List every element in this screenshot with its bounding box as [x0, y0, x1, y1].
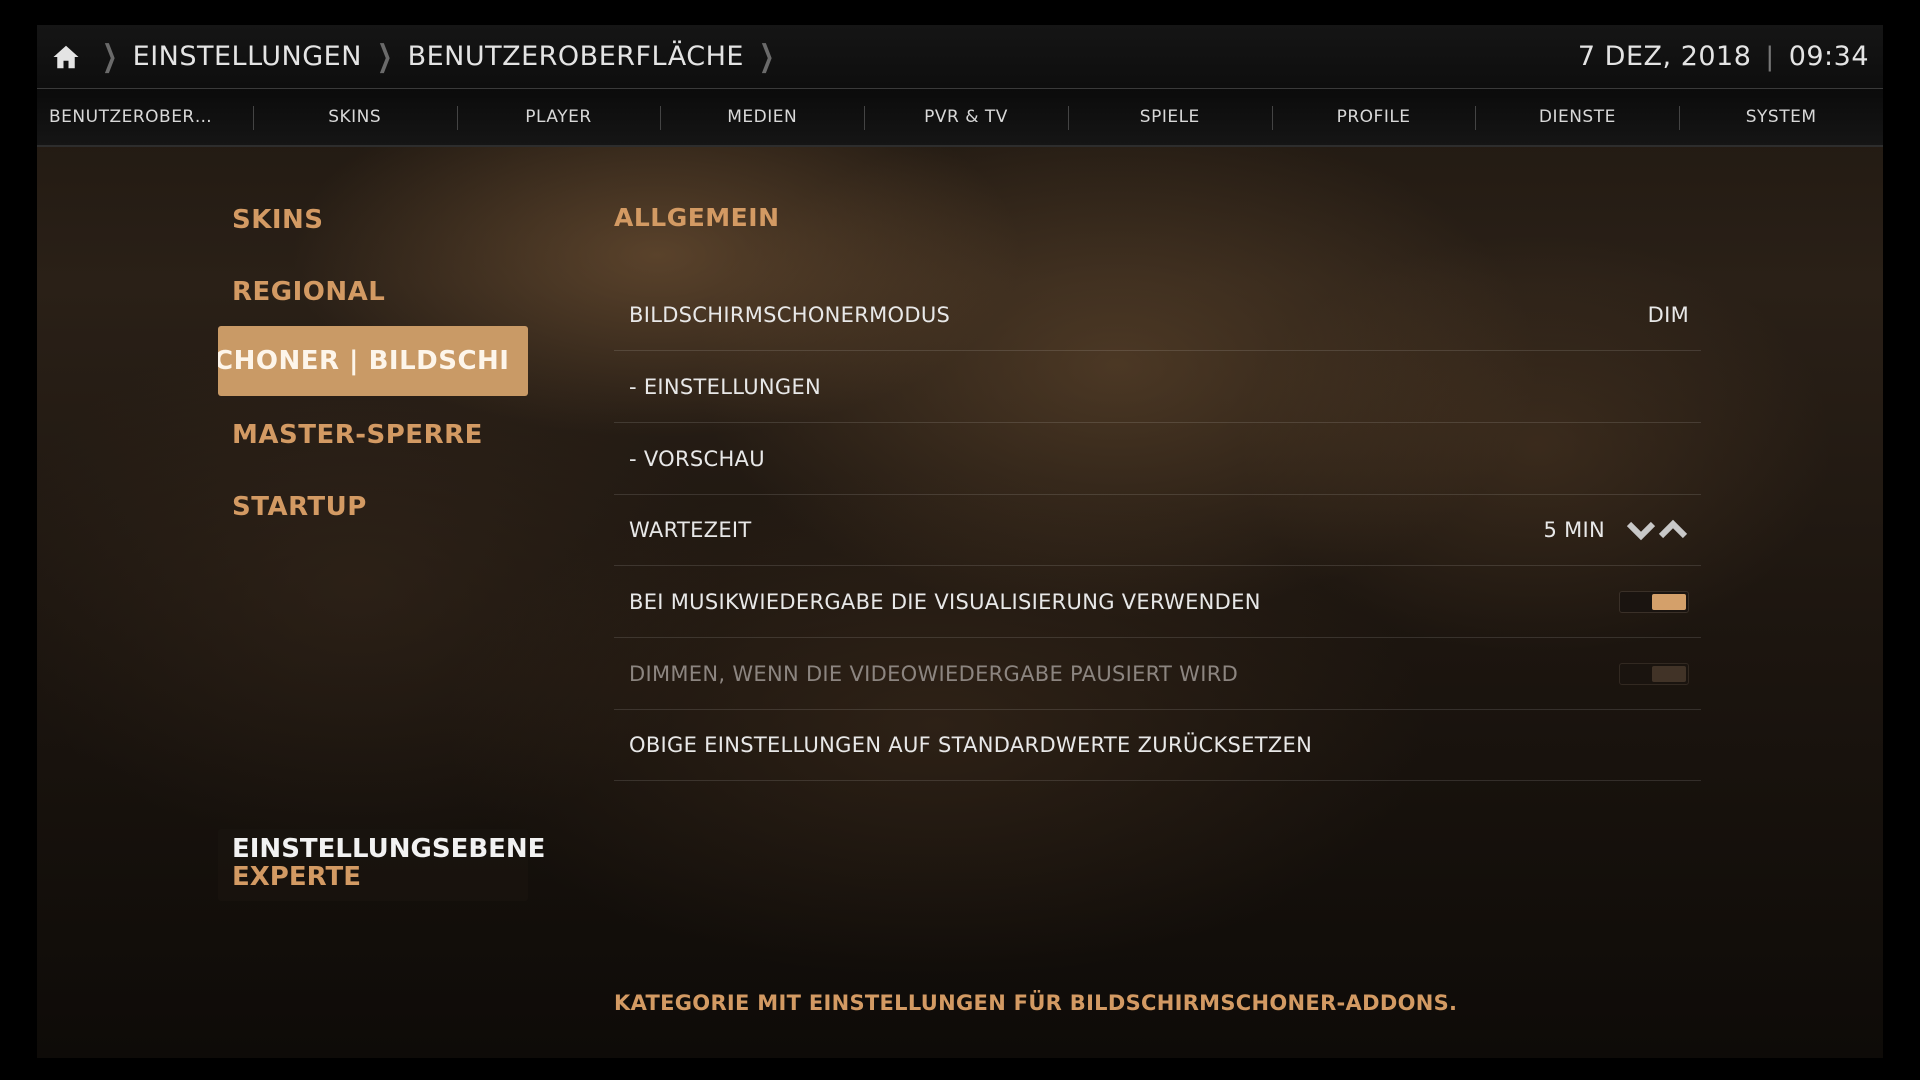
visualisation-toggle[interactable] — [1619, 591, 1689, 613]
tab-media[interactable]: MEDIEN — [660, 89, 864, 145]
setting-label: WARTEZEIT — [629, 518, 752, 542]
category-label: CHONER | BILDSCHI — [218, 346, 510, 376]
category-regional[interactable]: REGIONAL — [218, 257, 528, 327]
tab-profiles[interactable]: PROFILE — [1271, 89, 1476, 145]
setting-label: - VORSCHAU — [629, 447, 765, 471]
setting-value: DIM — [1647, 303, 1689, 327]
dim-on-pause-toggle — [1619, 663, 1689, 685]
toggle-knob — [1652, 666, 1686, 682]
chevron-down-icon[interactable] — [1625, 518, 1657, 542]
tab-skins[interactable]: SKINS — [252, 89, 457, 145]
category-master-lock[interactable]: MASTER-SPERRE — [218, 400, 528, 470]
category-label: SKINS — [232, 205, 324, 235]
setting-label: BILDSCHIRMSCHONERMODUS — [629, 303, 951, 327]
setting-label: DIMMEN, WENN DIE VIDEOWIEDERGABE PAUSIER… — [629, 662, 1239, 686]
app-window: ❯ EINSTELLUNGEN ❯ BENUTZEROBERFLÄCHE ❯ 7… — [37, 25, 1883, 1058]
tab-player[interactable]: PLAYER — [456, 89, 661, 145]
breadcrumb-item-interface: BENUTZEROBERFLÄCHE — [407, 41, 744, 72]
date-label: 7 DEZ, 2018 — [1577, 41, 1752, 72]
tab-pvr-tv[interactable]: PVR & TV — [864, 89, 1068, 145]
settings-level-button[interactable]: EINSTELLUNGSEBENE EXPERTE — [218, 829, 546, 901]
setting-screensaver-preview[interactable]: - VORSCHAU — [614, 424, 1701, 495]
time-label: 09:34 — [1788, 41, 1869, 72]
toggle-knob — [1652, 594, 1686, 610]
setting-screensaver-mode[interactable]: BILDSCHIRMSCHONERMODUS DIM — [614, 280, 1701, 351]
chevron-up-icon[interactable] — [1657, 518, 1689, 542]
settings-tab-bar: BENUTZEROBER… SKINS PLAYER MEDIEN PVR & … — [37, 89, 1883, 147]
header-bar: ❯ EINSTELLUNGEN ❯ BENUTZEROBERFLÄCHE ❯ 7… — [37, 25, 1883, 89]
category-label: MASTER-SPERRE — [232, 420, 483, 450]
breadcrumb-separator-icon: ❯ — [759, 39, 775, 74]
date-time-divider: | — [1765, 41, 1775, 72]
tab-interface[interactable]: BENUTZEROBER… — [37, 89, 253, 145]
section-title: ALLGEMEIN — [614, 203, 780, 232]
setting-use-visualisation[interactable]: BEI MUSIKWIEDERGABE DIE VISUALISIERUNG V… — [614, 567, 1701, 638]
settings-level-label: EINSTELLUNGSEBENE — [232, 834, 546, 864]
home-icon[interactable] — [51, 42, 81, 72]
tab-games[interactable]: SPIELE — [1067, 89, 1272, 145]
setting-dim-on-pause: DIMMEN, WENN DIE VIDEOWIEDERGABE PAUSIER… — [614, 639, 1701, 710]
breadcrumb-separator-icon: ❯ — [377, 39, 393, 74]
breadcrumb-separator-icon: ❯ — [102, 39, 118, 74]
category-label: STARTUP — [232, 492, 367, 522]
category-screensaver[interactable]: CHONER | BILDSCHI — [218, 326, 528, 396]
date-time: 7 DEZ, 2018 | 09:34 — [1578, 25, 1869, 88]
tab-services[interactable]: DIENSTE — [1475, 89, 1679, 145]
settings-level-value: EXPERTE — [232, 862, 361, 892]
category-label: REGIONAL — [232, 277, 386, 307]
wait-time-spinner: 5 MIN — [1543, 518, 1689, 542]
tab-system[interactable]: SYSTEM — [1679, 89, 1883, 145]
setting-wait-time[interactable]: WARTEZEIT 5 MIN — [614, 495, 1701, 566]
setting-value: 5 MIN — [1543, 518, 1605, 542]
setting-label: BEI MUSIKWIEDERGABE DIE VISUALISIERUNG V… — [629, 590, 1261, 614]
category-skins[interactable]: SKINS — [218, 185, 528, 255]
breadcrumb: ❯ EINSTELLUNGEN ❯ BENUTZEROBERFLÄCHE ❯ — [51, 25, 790, 88]
setting-screensaver-settings[interactable]: - EINSTELLUNGEN — [614, 352, 1701, 423]
category-startup[interactable]: STARTUP — [218, 472, 528, 542]
setting-label: - EINSTELLUNGEN — [629, 375, 822, 399]
category-description: KATEGORIE MIT EINSTELLUNGEN FÜR BILDSCHI… — [614, 991, 1458, 1015]
setting-label: OBIGE EINSTELLUNGEN AUF STANDARDWERTE ZU… — [629, 733, 1313, 757]
setting-reset-defaults[interactable]: OBIGE EINSTELLUNGEN AUF STANDARDWERTE ZU… — [614, 710, 1701, 781]
spinner-controls — [1625, 518, 1689, 542]
breadcrumb-item-settings[interactable]: EINSTELLUNGEN — [133, 41, 362, 72]
